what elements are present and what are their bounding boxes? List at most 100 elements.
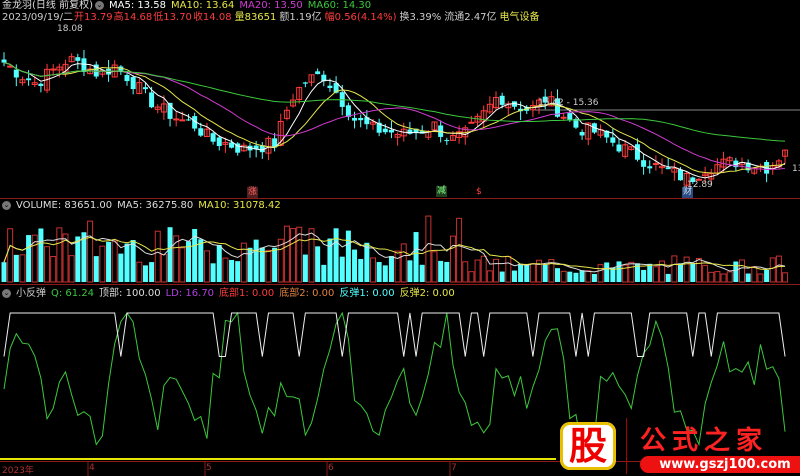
bottom1-value: 底部1: 0.00	[219, 288, 275, 299]
volume-bar	[179, 247, 186, 283]
volume-bar	[739, 259, 745, 283]
volume-bar	[308, 228, 315, 283]
volume-bar	[764, 269, 770, 282]
volume-bar	[462, 261, 469, 283]
q-value: Q: 61.24	[51, 288, 95, 299]
candle	[179, 119, 186, 122]
volume-bar	[1, 262, 7, 282]
volume-bar	[419, 264, 425, 282]
candle	[81, 58, 87, 72]
volume-bar	[591, 273, 597, 282]
volume-bar	[456, 217, 463, 283]
volume-bar	[720, 273, 727, 283]
candle	[149, 92, 155, 108]
axis-label-jun: 6	[328, 463, 334, 473]
volume-bar	[388, 255, 394, 282]
volume-bar	[376, 262, 382, 282]
volume-bar	[652, 266, 659, 283]
volume-bar	[333, 228, 339, 282]
volume-bar	[136, 261, 143, 283]
marker-jian[interactable]: 减	[436, 186, 448, 197]
candle	[7, 65, 14, 68]
volume-bar	[235, 261, 241, 282]
volume-bar	[751, 266, 758, 283]
candle	[610, 137, 616, 143]
volume-bar	[198, 239, 204, 282]
volume-bar	[444, 261, 450, 282]
volume-bar	[647, 263, 653, 282]
marker-cai[interactable]: 财	[682, 187, 694, 198]
volume-bar	[56, 227, 63, 283]
volume-bar	[782, 272, 789, 283]
candle	[13, 69, 19, 78]
volume-bar	[93, 256, 99, 282]
volume-bar	[524, 264, 530, 282]
volume-bar	[425, 215, 432, 283]
candle	[579, 131, 585, 136]
volume-bar	[628, 261, 635, 283]
volume-bar	[431, 251, 438, 283]
dropdown-icon[interactable]: ⌄	[2, 288, 11, 298]
candle	[216, 137, 222, 147]
chart-canvas[interactable]	[0, 0, 800, 476]
volume-bar	[370, 257, 376, 283]
candle	[1, 59, 7, 63]
volume-value: VOLUME: 83651.00	[16, 200, 113, 211]
volume-ma10: MA10: 31078.42	[198, 200, 281, 211]
candle	[388, 129, 394, 133]
candle	[130, 77, 136, 90]
indicator-title[interactable]: 小反弹	[16, 288, 46, 299]
candle	[560, 116, 567, 119]
top-line	[3, 312, 786, 357]
volume-bar	[714, 271, 721, 283]
ld-value: LD: 16.70	[165, 288, 215, 299]
volume-bar	[265, 249, 272, 283]
volume-header: ⌄ VOLUME: 83651.00 MA5: 36275.80 MA10: 3107…	[2, 200, 286, 212]
volume-bar	[87, 220, 94, 283]
volume-bar	[542, 264, 548, 282]
volume-bar	[229, 259, 235, 282]
candle	[567, 113, 573, 120]
marker-dollar[interactable]: $	[475, 187, 483, 198]
volume-bar	[38, 228, 44, 282]
volume-bar	[579, 270, 585, 282]
candle	[210, 133, 216, 142]
volume-bar	[560, 270, 567, 283]
candle	[647, 166, 653, 169]
volume-bar	[272, 247, 278, 282]
dropdown-icon[interactable]: ⌄	[2, 200, 11, 210]
volume-bar	[511, 270, 517, 282]
volume-bar	[769, 257, 776, 283]
volume-bar	[68, 255, 75, 283]
volume-bar	[26, 235, 32, 282]
volume-bar	[555, 268, 560, 282]
candle	[302, 82, 308, 84]
volume-bar	[400, 243, 407, 283]
volume-bar	[7, 228, 14, 283]
volume-bar	[641, 269, 647, 282]
volume-bar	[210, 263, 216, 282]
volume-bar	[149, 262, 155, 282]
volume-bar	[130, 240, 136, 282]
volume-bar	[315, 246, 321, 282]
volume-bar	[499, 271, 505, 282]
volume-bar	[468, 271, 475, 283]
ma20-line	[3, 62, 786, 170]
marker-zhang[interactable]: 涨	[247, 187, 259, 198]
volume-bar	[50, 255, 57, 283]
volume-bar	[394, 250, 401, 283]
volume-bar	[690, 263, 696, 282]
volume-bar	[186, 241, 191, 282]
candle	[38, 83, 44, 86]
volume-bar	[518, 263, 524, 282]
candle	[75, 57, 81, 61]
volume-bar	[407, 260, 413, 282]
volume-bar	[160, 253, 167, 283]
volume-bar	[775, 255, 782, 283]
axis-label-year: 2023年	[2, 466, 34, 476]
volume-bar	[702, 264, 709, 283]
candle	[198, 128, 204, 136]
volume-bar	[529, 263, 536, 283]
divider	[0, 284, 800, 285]
rebound2-value: 反弹2: 0.00	[399, 288, 455, 299]
